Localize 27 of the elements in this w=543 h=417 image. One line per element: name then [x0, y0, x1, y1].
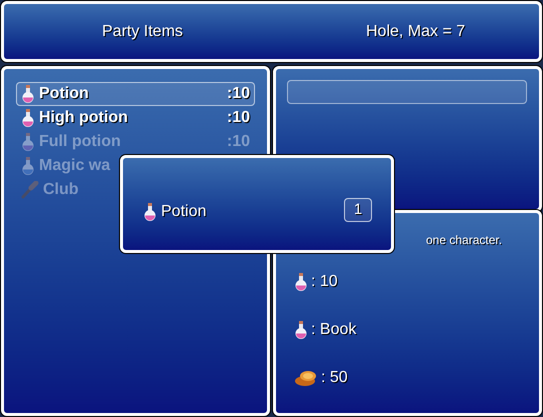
- item-row[interactable]: Potion :10: [16, 82, 255, 106]
- stat-value: : 10: [311, 272, 338, 292]
- item-count: :10: [226, 132, 250, 152]
- dialog-item-name: Potion: [161, 202, 206, 222]
- potion-bottle-icon: [294, 273, 308, 291]
- item-count: :10: [226, 108, 250, 128]
- item-description: one character.: [426, 232, 502, 249]
- item-name: Magic wa: [39, 156, 110, 176]
- party-limit-text: Hole, Max = 7: [366, 22, 466, 42]
- quantity-box[interactable]: 1: [344, 198, 372, 222]
- item-count: :10: [226, 84, 250, 104]
- item-name: Potion: [39, 84, 89, 104]
- club-icon: [21, 181, 39, 199]
- stat-value: : 50: [321, 368, 348, 388]
- potion-bottle-icon: [21, 85, 35, 103]
- stat-value: : Book: [311, 320, 356, 340]
- item-name: Club: [43, 180, 79, 200]
- potion-bottle-icon: [143, 203, 157, 221]
- potion-bottle-icon: [21, 109, 35, 127]
- item-name: Full potion: [39, 132, 121, 152]
- window-title: Party Items: [102, 22, 183, 42]
- potion-bottle-icon: [294, 321, 308, 339]
- potion-bottle-icon: [21, 157, 35, 175]
- item-name: High potion: [39, 108, 128, 128]
- potion-bottle-icon: [21, 133, 35, 151]
- coin-pouch-icon: [294, 369, 318, 387]
- item-row[interactable]: High potion :10: [16, 106, 255, 130]
